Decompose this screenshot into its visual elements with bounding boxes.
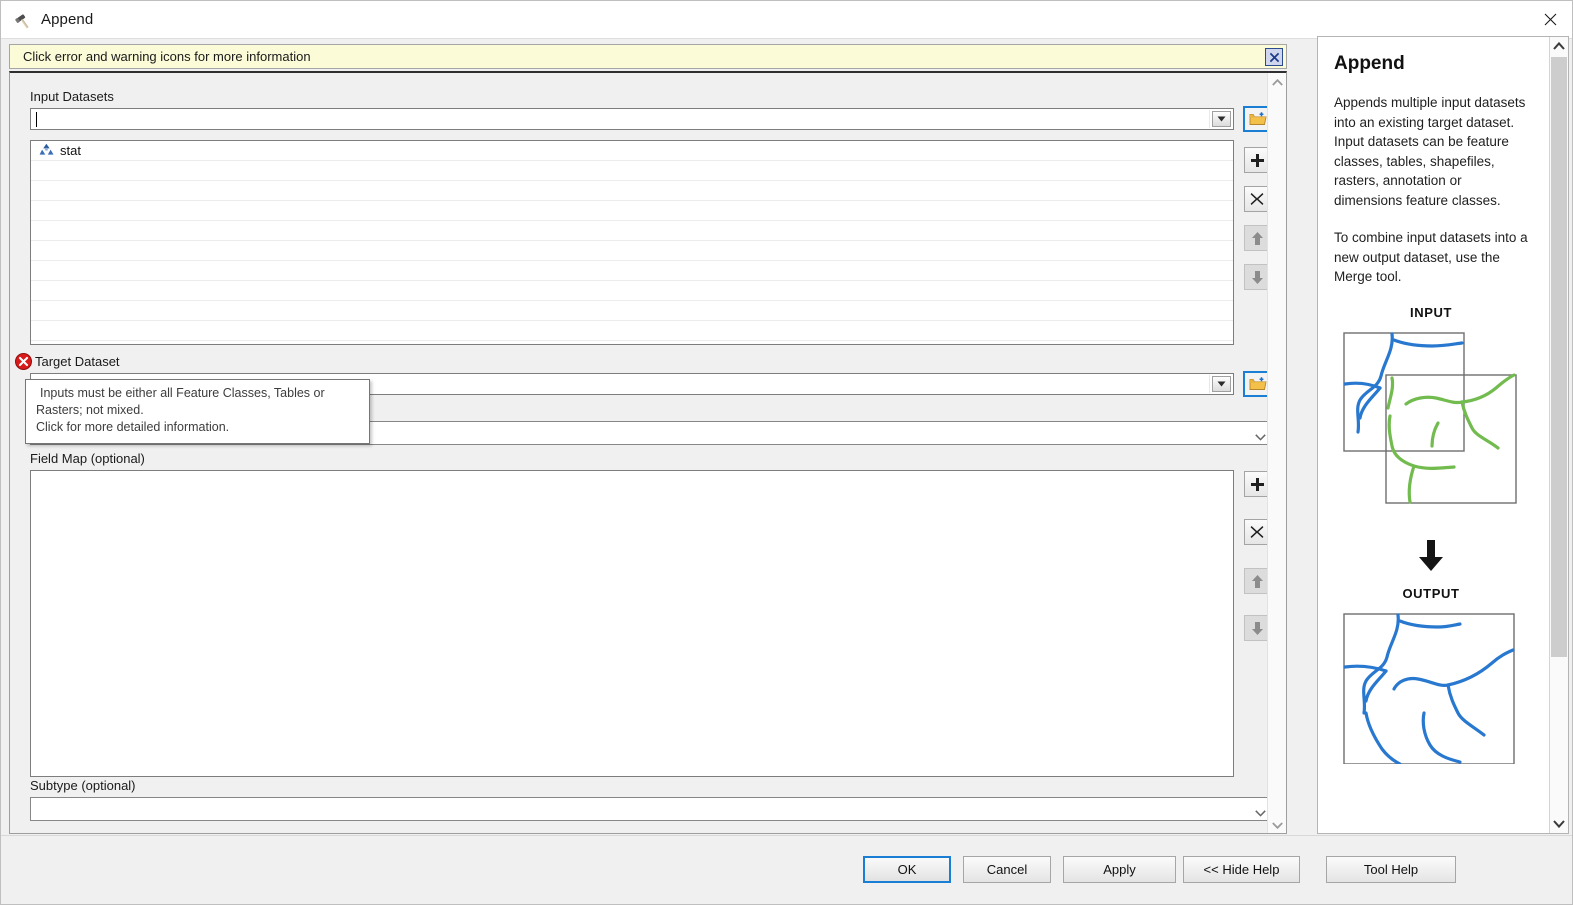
combo-divider (1209, 375, 1210, 393)
input-datasets-combo[interactable] (30, 108, 1234, 130)
list-row-empty (31, 261, 1233, 281)
help-scroll-up-arrow-icon[interactable] (1550, 37, 1568, 55)
target-dataset-label: Target Dataset (35, 354, 120, 369)
help-paragraph-2: To combine input datasets into a new out… (1334, 230, 1528, 284)
scroll-up-arrow-icon[interactable] (1268, 73, 1286, 91)
feature-class-polygon-icon (39, 143, 54, 159)
list-row-empty (31, 161, 1233, 181)
target-dataset-error-icon[interactable] (15, 353, 32, 370)
window-title: Append (41, 11, 94, 28)
hammer-tool-icon (15, 11, 35, 31)
diagram-input-label: INPUT (1410, 304, 1452, 320)
list-row-empty (31, 241, 1233, 261)
help-content: Append Appends multiple input datasets i… (1318, 37, 1542, 833)
subtype-label: Subtype (optional) (30, 778, 136, 793)
cancel-button[interactable]: Cancel (963, 856, 1051, 883)
help-scroll-thumb[interactable] (1551, 57, 1567, 657)
window-titlebar: Append (1, 1, 1572, 39)
apply-button[interactable]: Apply (1063, 856, 1176, 883)
help-title: Append (1334, 53, 1405, 74)
list-row-empty (31, 301, 1233, 321)
append-tool-dialog: Append Click error and warning icons for… (0, 0, 1573, 905)
warning-banner-text: Click error and warning icons for more i… (23, 49, 311, 64)
combo-divider (1209, 110, 1210, 128)
tooltip-line-1: Inputs must be either all Feature Classe… (40, 386, 325, 400)
tool-help-button[interactable]: Tool Help (1326, 856, 1456, 883)
list-row-empty (31, 201, 1233, 221)
help-scrollbar[interactable] (1549, 37, 1568, 833)
subtype-combo[interactable] (30, 797, 1274, 821)
chevron-down-icon[interactable] (1255, 429, 1266, 444)
dialog-footer: OK Cancel Apply << Hide Help Tool Help (1, 835, 1572, 904)
help-scroll-down-arrow-icon[interactable] (1550, 815, 1568, 833)
diagram-arrow-down-icon (1334, 539, 1528, 576)
text-cursor (36, 112, 37, 127)
list-row-empty (31, 181, 1233, 201)
diagram-output-label: OUTPUT (1402, 585, 1460, 601)
window-close-button[interactable] (1527, 1, 1572, 38)
list-item-label: stat (60, 143, 81, 158)
help-panel: Append Appends multiple input datasets i… (1317, 36, 1569, 834)
tooltip-line-3: Click for more detailed information. (36, 420, 230, 434)
chevron-down-icon[interactable] (1255, 805, 1266, 820)
hide-help-button[interactable]: << Hide Help (1183, 856, 1300, 883)
list-row-empty (31, 321, 1233, 341)
tooltip-line-2: Rasters; not mixed. (36, 403, 144, 417)
list-row-empty (31, 221, 1233, 241)
list-row-empty (31, 281, 1233, 301)
ok-button[interactable]: OK (863, 856, 951, 883)
dropdown-arrow-icon[interactable] (1212, 111, 1231, 127)
field-map-label: Field Map (optional) (30, 451, 145, 466)
warning-banner-close-button[interactable] (1265, 48, 1283, 66)
list-item[interactable]: stat (31, 141, 1233, 161)
diagram-output-graphic (1336, 609, 1526, 767)
help-paragraph-1: Appends multiple input datasets into an … (1334, 95, 1526, 208)
warning-banner: Click error and warning icons for more i… (9, 44, 1287, 69)
input-datasets-list[interactable]: stat (30, 140, 1234, 345)
parameters-scrollbar[interactable] (1267, 73, 1286, 833)
diagram-input-graphic (1336, 328, 1526, 531)
scroll-down-arrow-icon[interactable] (1268, 816, 1286, 833)
dropdown-arrow-icon[interactable] (1212, 376, 1231, 392)
input-datasets-label: Input Datasets (30, 89, 114, 104)
field-map-list[interactable] (30, 470, 1234, 777)
parameters-scroll-content: Input Datasets stat Target Dataset Field… (10, 73, 1274, 833)
error-tooltip: Inputs must be either all Feature Classe… (25, 379, 370, 444)
parameters-panel: Input Datasets stat Target Dataset Field… (9, 71, 1287, 834)
